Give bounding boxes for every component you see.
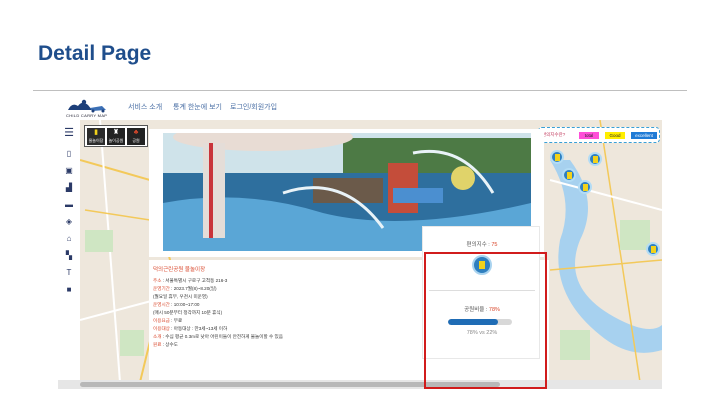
title-divider: [33, 90, 687, 91]
info-fee: 이용요금 : 무료: [153, 318, 183, 323]
pin-icon: [651, 246, 656, 253]
info-period: 운영기간 : 2023.7월(8)~8.20(일): [153, 286, 217, 291]
map-view[interactable]: ▮ 물놀이장 ♜ 놀이공원 ♣ 공원 편의지수란? total Good exc…: [80, 120, 662, 382]
legend-good: Good: [605, 132, 625, 139]
legend-excellent: excellent: [631, 132, 657, 139]
pin-icon: [583, 184, 588, 191]
convenience-legend: 편의지수란? total Good excellent: [538, 127, 660, 143]
pin-icon: [567, 172, 572, 179]
category-filter: ▮ 물놀이장 ♜ 놀이공원 ♣ 공원: [84, 125, 148, 147]
bank-icon[interactable]: ⌂: [64, 234, 74, 244]
info-hours-note: (매시 50분부터 정각까지 10분 휴식): [153, 310, 223, 315]
map-pin[interactable]: [550, 150, 564, 164]
nav-login[interactable]: 로그인/회원가입: [230, 102, 277, 112]
app-screenshot: CHILD CARRY MAP 서비스 소개 통계 한눈에 보기 로그인/회원가…: [58, 93, 662, 389]
logo-text: CHILD CARRY MAP: [66, 113, 108, 118]
menu-icon[interactable]: ☰: [64, 128, 74, 139]
building-icon[interactable]: ▣: [64, 166, 74, 176]
legend-label: 편의지수란?: [542, 132, 566, 137]
cup-icon[interactable]: ▬: [64, 200, 74, 210]
shirt-icon[interactable]: T: [64, 268, 74, 278]
amusement-icon: ♜: [112, 129, 120, 136]
info-hours: 운영시간 : 10:00~17:00: [153, 302, 200, 307]
info-intro: 소개 : 수심 평균 0.3m로 낮아 어린이들이 안전하게 물놀이할 수 있음: [153, 334, 283, 339]
water-play-icon: ▮: [94, 129, 98, 136]
map-pin[interactable]: [562, 168, 576, 182]
logo[interactable]: CHILD CARRY MAP: [62, 96, 120, 118]
bus-icon[interactable]: ▚: [64, 251, 74, 261]
nav-about[interactable]: 서비스 소개: [128, 102, 162, 112]
category-label: 공원: [132, 138, 140, 143]
convenience-score: 편의지수 : 75: [466, 242, 498, 248]
left-sidebar: ☰ ▯ ▣ ▟ ▬ ◈ ⌂ ▚ T ■: [58, 120, 80, 389]
map-pin[interactable]: [578, 180, 592, 194]
bottle-icon[interactable]: ▯: [64, 149, 74, 159]
map-pin[interactable]: [588, 152, 602, 166]
info-address: 주소 : 서울특별시 구로구 고척동 216-3: [153, 278, 228, 283]
pin-icon: [593, 156, 598, 163]
horizontal-scrollbar[interactable]: [58, 380, 662, 389]
highlight-box: [424, 252, 547, 389]
legend-total: total: [579, 132, 599, 139]
info-source: 원료 : 상수도: [153, 342, 178, 347]
facility-name: 덕의근린공원 물놀이장: [153, 267, 206, 273]
map-pin[interactable]: [646, 242, 660, 256]
car-icon[interactable]: ▟: [64, 183, 74, 193]
category-amusement[interactable]: ♜ 놀이공원: [107, 128, 125, 145]
info-target: 이용대상 : 아동대상 : 만3세~13세 이하: [153, 326, 228, 331]
app-header: CHILD CARRY MAP 서비스 소개 통계 한눈에 보기 로그인/회원가…: [58, 93, 662, 120]
pin-icon: [555, 154, 560, 161]
box-icon[interactable]: ■: [64, 285, 74, 295]
park-icon: ♣: [133, 129, 139, 136]
category-label: 놀이공원: [108, 138, 124, 143]
category-water-play[interactable]: ▮ 물놀이장: [87, 128, 105, 145]
nav-statistics[interactable]: 통계 한눈에 보기: [173, 102, 222, 112]
info-period-note: (월요일 휴무, 우천시 미운영): [153, 294, 208, 299]
category-park[interactable]: ♣ 공원: [127, 128, 145, 145]
pill-icon[interactable]: ◈: [64, 217, 74, 227]
category-label: 물놀이장: [88, 138, 104, 143]
slide-title: Detail Page: [38, 42, 152, 65]
